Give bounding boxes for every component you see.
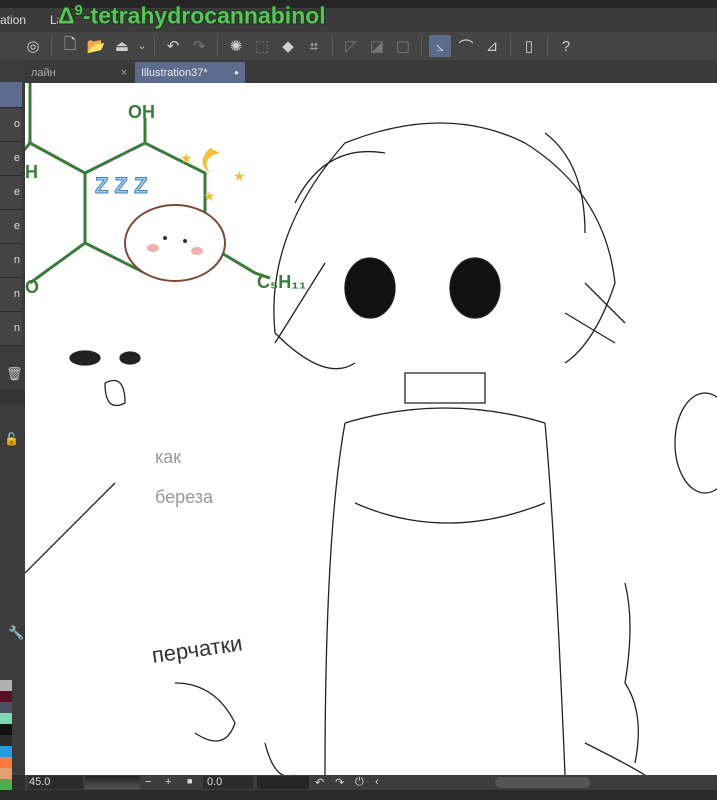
help-icon[interactable]: ? <box>555 35 577 57</box>
superscript: 9 <box>74 2 83 19</box>
zoom-out-button[interactable]: − <box>145 776 151 788</box>
note-perchatki: перчатки <box>150 631 244 668</box>
clip-studio-icon[interactable]: ◎ <box>22 35 44 57</box>
sketch-face <box>104 379 126 407</box>
rotation-value[interactable]: 0.0 <box>207 776 222 788</box>
panel-divider <box>0 390 25 404</box>
close-icon[interactable]: × <box>121 67 127 79</box>
bottom-bar <box>0 790 717 800</box>
lock-icon[interactable]: 🔓 <box>4 432 19 446</box>
overlay-title-text: -tetrahydrocannabinol <box>82 2 326 29</box>
left-eye <box>344 257 396 319</box>
divider <box>51 36 52 56</box>
hands <box>264 742 646 775</box>
drawing-canvas[interactable]: как береза перчатки OH H O C₅H₁₁ ★ ★ ★ Z… <box>25 83 717 775</box>
fill-icon[interactable]: ◆ <box>277 35 299 57</box>
zoom-slider[interactable] <box>85 776 140 789</box>
transform-icon[interactable]: ⌗ <box>303 35 325 57</box>
unsaved-dot-icon: ● <box>234 68 239 77</box>
frame-icon[interactable]: ▢ <box>392 35 414 57</box>
rotation-slider[interactable] <box>257 776 309 789</box>
molecule-c5h11: C₅H₁₁ <box>257 272 306 292</box>
delta-symbol: Δ <box>58 2 75 29</box>
sketch-artwork: как береза перчатки OH H O C₅H₁₁ ★ ★ ★ Z… <box>25 83 717 775</box>
new-file-icon[interactable]: 🗋 <box>59 35 81 57</box>
divider <box>217 36 218 56</box>
tab-label: лайн <box>31 66 56 79</box>
snap-grid-icon[interactable]: ⊿ <box>481 35 503 57</box>
layer-item[interactable]: n <box>0 244 22 278</box>
tab-illustration37[interactable]: Illustration37* ● <box>135 62 245 83</box>
right-eye <box>449 257 501 319</box>
divider <box>332 36 333 56</box>
wrench-icon[interactable]: 🔧 <box>8 625 24 641</box>
sketch-eye <box>69 350 101 366</box>
layer-item[interactable]: e <box>0 142 22 176</box>
open-folder-icon[interactable]: 📂 <box>85 35 107 57</box>
menu-item-animation[interactable]: ation <box>0 13 26 27</box>
reset-rotation-icon[interactable]: ⏻ <box>355 776 364 789</box>
molecule-h: H <box>25 162 38 182</box>
undo-icon[interactable]: ↶ <box>162 35 184 57</box>
tab-bar: лайн × Illustration37* ● <box>25 60 717 83</box>
moon-icon <box>202 148 220 173</box>
divider <box>154 36 155 56</box>
molecule-o: O <box>25 277 39 297</box>
ruler-icon-1[interactable]: ◸ <box>340 35 362 57</box>
smartphone-icon[interactable]: ▯ <box>518 35 540 57</box>
divider <box>547 36 548 56</box>
tab-label: Illustration37* <box>141 66 208 79</box>
trash-icon[interactable]: 🗑 <box>6 366 23 382</box>
ruler-icon-2[interactable]: ◪ <box>366 35 388 57</box>
layer-item[interactable]: e <box>0 210 22 244</box>
fit-button[interactable]: ■ <box>187 776 192 786</box>
sleeping-seal-sticker: ★ ★ ★ <box>124 148 246 282</box>
layer-item[interactable]: n <box>0 278 22 312</box>
note-bereza: береза <box>155 487 214 507</box>
note-kak: как <box>155 447 181 467</box>
hair-outline <box>273 122 616 370</box>
overlay-title: Δ9-tetrahydrocannabinol <box>58 2 326 30</box>
divider <box>421 36 422 56</box>
redo-icon[interactable]: ↷ <box>188 35 210 57</box>
zoom-value[interactable]: 45.0 <box>29 776 50 788</box>
tab-document-1[interactable]: лайн × <box>25 62 133 83</box>
divider <box>510 36 511 56</box>
vine-sketch <box>624 582 639 764</box>
collar <box>404 372 486 404</box>
layer-item[interactable]: e <box>0 176 22 210</box>
snap-ruler-icon[interactable]: ⦣ <box>429 35 451 57</box>
molecule-oh: OH <box>128 102 155 122</box>
rotate-left-icon[interactable]: ↶ <box>315 776 324 789</box>
loading-icon[interactable]: ✺ <box>225 35 247 57</box>
clear-selection-icon[interactable]: ⬚ <box>251 35 273 57</box>
zzz-text: Z Z Z <box>95 173 148 198</box>
navigator-bar: 45.0 − + ■ 0.0 ↶ ↷ ⏻ ‹ <box>25 775 717 790</box>
side-figure <box>674 392 717 494</box>
sweater <box>324 407 566 775</box>
glove-sketch <box>174 682 236 742</box>
layer-item[interactable]: n <box>0 312 22 346</box>
save-icon[interactable]: ⏏ <box>111 35 133 57</box>
horizontal-scrollbar[interactable] <box>495 777 590 788</box>
flip-icon[interactable]: ‹ <box>375 776 379 788</box>
layer-item[interactable]: o <box>0 108 22 142</box>
rotate-right-icon[interactable]: ↷ <box>335 776 344 789</box>
layer-item-selected[interactable] <box>0 82 22 108</box>
layer-panel: o e e e n n n 🗑 🔓 🔧 <box>0 60 25 791</box>
chevron-down-icon[interactable]: ⌄ <box>137 35 147 57</box>
snap-special-ruler-icon[interactable]: ⌒ <box>455 35 477 57</box>
knife-sketch <box>25 482 116 574</box>
star-icon: ★ <box>180 150 193 166</box>
sketch-eye <box>119 351 141 365</box>
star-icon: ★ <box>203 188 216 204</box>
command-bar: ◎ 🗋 📂 ⏏ ⌄ ↶ ↷ ✺ ⬚ ◆ ⌗ ◸ ◪ ▢ ⦣ ⌒ ⊿ ▯ ? <box>0 32 717 60</box>
star-icon: ★ <box>233 168 246 184</box>
zoom-in-button[interactable]: + <box>165 776 171 788</box>
